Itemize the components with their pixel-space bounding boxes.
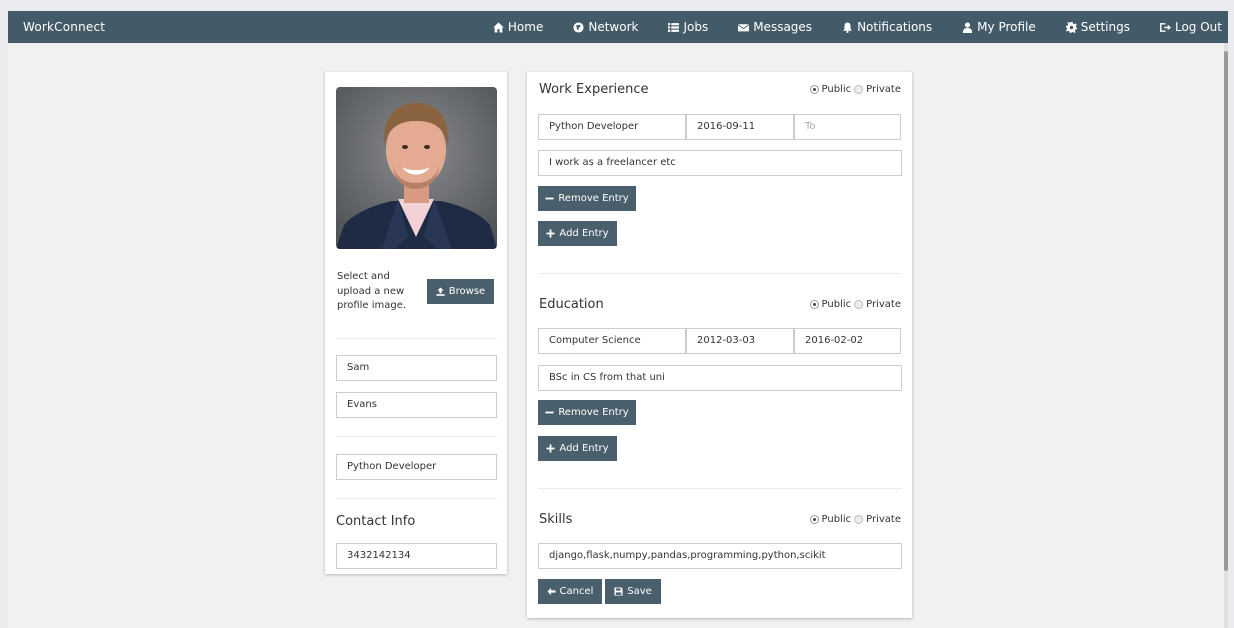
divider (538, 488, 902, 489)
work-public-radio[interactable] (809, 85, 819, 94)
arrow-left-icon (546, 587, 556, 596)
logout-icon (1159, 22, 1171, 32)
education-private-radio[interactable] (854, 300, 864, 309)
work-add-entry-label: Add Entry (559, 228, 609, 239)
nav-settings[interactable]: Settings (1065, 20, 1130, 34)
plus-icon (546, 444, 555, 453)
education-private-label: Private (866, 299, 901, 310)
work-to-date-input[interactable]: To (794, 114, 901, 140)
work-public-label: Public (821, 84, 852, 95)
nav-messages-label: Messages (753, 20, 813, 34)
page-frame: WorkConnect Home Network Jobs Messages N… (8, 11, 1228, 628)
first-name-input[interactable]: Sam (336, 355, 497, 381)
skills-private-label: Private (866, 514, 901, 525)
nav-network[interactable]: Network (573, 20, 638, 34)
home-icon (493, 22, 504, 32)
skills-public-radio[interactable] (809, 515, 819, 524)
education-heading: Education (539, 297, 604, 312)
scrollbar-thumb[interactable] (1224, 51, 1228, 571)
work-private-label: Private (866, 84, 901, 95)
nav-notifications-label: Notifications (857, 20, 933, 34)
brand-logo[interactable]: WorkConnect (23, 11, 105, 43)
browse-button[interactable]: Browse (427, 279, 494, 304)
nav-settings-label: Settings (1080, 20, 1130, 34)
education-to-date-input[interactable]: 2016-02-02 (794, 328, 901, 354)
cancel-label: Cancel (559, 586, 594, 597)
work-visibility-toggle: Public Private (809, 84, 901, 95)
envelope-icon (738, 23, 750, 31)
work-from-date-input[interactable]: 2016-09-11 (686, 114, 794, 140)
browse-label: Browse (448, 286, 486, 297)
nav-messages[interactable]: Messages (738, 20, 812, 34)
skills-visibility-toggle: Public Private (809, 514, 901, 525)
education-field-input[interactable]: Computer Science (538, 328, 686, 354)
job-title-input[interactable]: Python Developer (336, 454, 497, 480)
skills-heading: Skills (539, 512, 573, 527)
nav-log-out[interactable]: Log Out (1159, 20, 1222, 34)
work-description-input[interactable]: I work as a freelancer etc (538, 150, 902, 176)
upload-instructions: Select and upload a new profile image. (337, 271, 407, 311)
last-name-input[interactable]: Evans (336, 392, 497, 418)
divider (336, 338, 497, 339)
education-remove-entry-label: Remove Entry (558, 407, 629, 418)
main-nav: Home Network Jobs Messages Notifications… (463, 11, 1222, 43)
minus-icon (545, 411, 554, 414)
save-label: Save (627, 586, 652, 597)
skills-public-label: Public (821, 514, 852, 525)
nav-my-profile-label: My Profile (977, 20, 1036, 34)
bell-icon (843, 22, 852, 33)
education-public-radio[interactable] (809, 300, 819, 309)
work-position-input[interactable]: Python Developer (538, 114, 686, 140)
divider (336, 498, 497, 499)
skills-input[interactable]: django,flask,numpy,pandas,programming,py… (538, 543, 902, 569)
list-icon (668, 22, 680, 32)
nav-notifications[interactable]: Notifications (842, 20, 932, 34)
details-card: Work Experience Public Private Python De… (527, 72, 912, 618)
divider (336, 436, 497, 437)
top-navbar: WorkConnect Home Network Jobs Messages N… (8, 11, 1228, 43)
profile-card: Select and upload a new profile image. B… (325, 72, 507, 574)
education-add-entry-button[interactable]: Add Entry (538, 436, 617, 461)
profile-photo (336, 87, 497, 249)
floppy-disk-icon (614, 587, 623, 596)
nav-home[interactable]: Home (493, 20, 543, 34)
education-visibility-toggle: Public Private (809, 299, 901, 310)
nav-network-label: Network (588, 20, 639, 34)
save-button[interactable]: Save (605, 579, 661, 604)
user-icon (963, 22, 973, 33)
avatar-image (336, 87, 497, 249)
cancel-button[interactable]: Cancel (538, 579, 602, 604)
gear-icon (1065, 21, 1077, 33)
nav-jobs[interactable]: Jobs (668, 20, 708, 34)
education-add-entry-label: Add Entry (559, 443, 609, 454)
work-experience-heading: Work Experience (539, 82, 649, 97)
globe-icon (573, 21, 584, 33)
nav-jobs-label: Jobs (683, 20, 709, 34)
nav-my-profile[interactable]: My Profile (962, 20, 1036, 34)
minus-icon (545, 197, 554, 200)
contact-info-heading: Contact Info (336, 514, 416, 529)
work-remove-entry-button[interactable]: Remove Entry (538, 186, 636, 211)
divider (538, 273, 902, 274)
phone-input[interactable]: 3432142134 (336, 543, 497, 569)
education-description-input[interactable]: BSc in CS from that uni (538, 365, 902, 391)
nav-home-label: Home (507, 20, 544, 34)
education-from-date-input[interactable]: 2012-03-03 (686, 328, 794, 354)
work-private-radio[interactable] (854, 85, 864, 94)
plus-icon (546, 229, 555, 238)
work-remove-entry-label: Remove Entry (558, 193, 629, 204)
education-remove-entry-button[interactable]: Remove Entry (538, 400, 636, 425)
education-public-label: Public (821, 299, 852, 310)
nav-log-out-label: Log Out (1174, 20, 1222, 34)
skills-private-radio[interactable] (854, 515, 864, 524)
upload-icon (436, 287, 445, 296)
work-add-entry-button[interactable]: Add Entry (538, 221, 617, 246)
